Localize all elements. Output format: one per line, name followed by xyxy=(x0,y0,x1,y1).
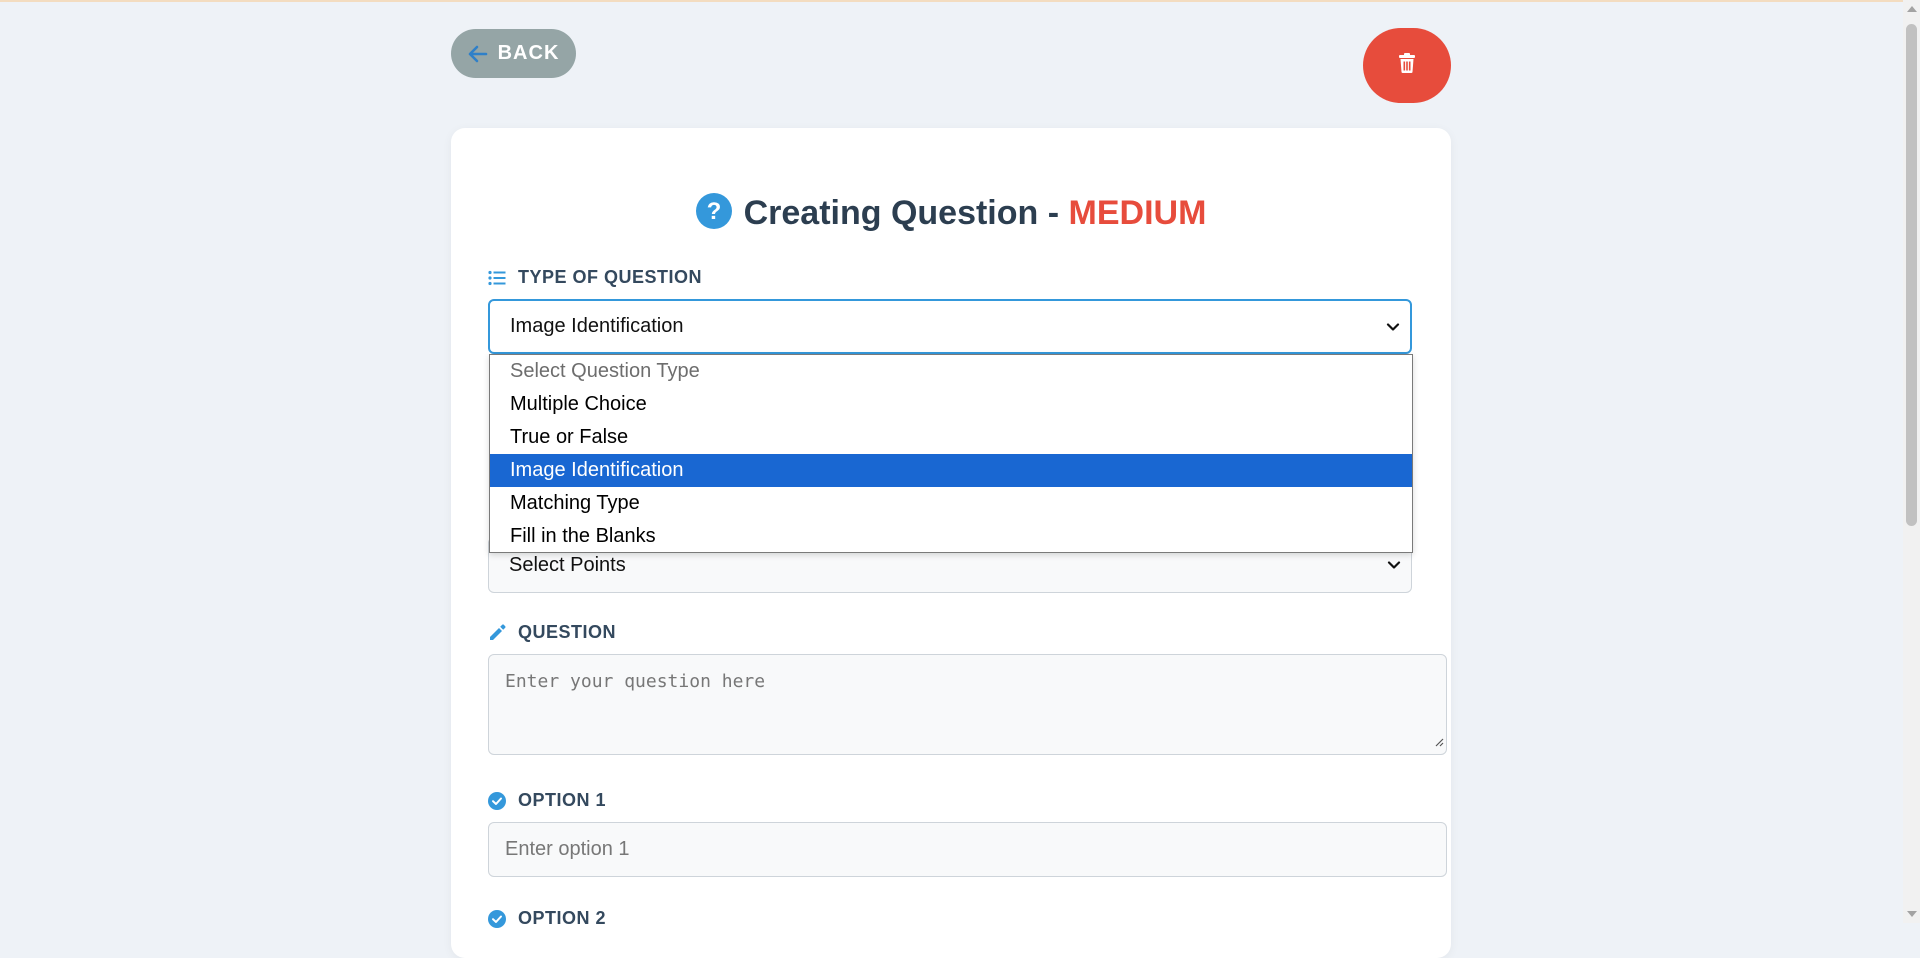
question-textarea[interactable]: Enter your question here xyxy=(488,654,1447,755)
svg-text:?: ? xyxy=(706,198,721,225)
points-value: Select Points xyxy=(509,553,626,576)
check-circle-icon xyxy=(488,909,506,928)
vertical-scrollbar[interactable] xyxy=(1903,0,1920,923)
page-title-text: Creating Question - MEDIUM xyxy=(744,194,1207,233)
dropdown-option-selected[interactable]: Image Identification xyxy=(490,454,1412,487)
question-placeholder: Enter your question here xyxy=(505,671,766,692)
scrollbar-thumb[interactable] xyxy=(1906,24,1917,526)
type-of-question-label-text: TYPE OF QUESTION xyxy=(518,267,703,287)
arrow-left-icon xyxy=(468,45,488,63)
dropdown-option[interactable]: Select Question Type xyxy=(490,355,1412,388)
dropdown-option[interactable]: Matching Type xyxy=(490,487,1412,520)
chevron-down-icon xyxy=(1387,554,1401,577)
option-1-label-text: OPTION 1 xyxy=(518,790,607,810)
chevron-down-icon xyxy=(1386,315,1400,338)
difficulty-level: MEDIUM xyxy=(1068,193,1207,232)
resize-grip-icon[interactable] xyxy=(1434,731,1444,752)
page-title: ? Creating Question - MEDIUM xyxy=(451,190,1451,236)
scroll-up-arrow-icon[interactable] xyxy=(1907,6,1917,12)
pencil-icon xyxy=(488,623,506,642)
question-circle-icon: ? xyxy=(695,192,732,234)
title-prefix: Creating Question - xyxy=(743,193,1069,232)
question-type-value: Image Identification xyxy=(510,315,684,337)
question-type-dropdown[interactable]: Select Question Type Multiple Choice Tru… xyxy=(489,354,1413,553)
scroll-down-arrow-icon[interactable] xyxy=(1907,911,1917,917)
option-1-input[interactable]: Enter option 1 xyxy=(488,822,1447,877)
type-of-question-label: TYPE OF QUESTION xyxy=(488,267,702,288)
page: BACK ? Creating Question - MEDIUM TYPE O… xyxy=(0,0,1903,958)
back-button[interactable]: BACK xyxy=(451,29,576,78)
dropdown-option[interactable]: Fill in the Blanks xyxy=(490,520,1412,553)
trash-icon xyxy=(1398,53,1416,78)
dropdown-option[interactable]: True or False xyxy=(490,421,1412,454)
back-button-label: BACK xyxy=(497,42,560,64)
option-1-label: OPTION 1 xyxy=(488,790,606,811)
option-2-label-text: OPTION 2 xyxy=(518,908,607,928)
option-2-label: OPTION 2 xyxy=(488,908,606,929)
option-1-placeholder: Enter option 1 xyxy=(505,838,630,860)
list-icon xyxy=(488,270,506,286)
check-circle-icon xyxy=(488,791,506,810)
delete-button[interactable] xyxy=(1363,28,1451,103)
question-type-select[interactable]: Image Identification xyxy=(488,299,1412,354)
question-label-text: QUESTION xyxy=(518,622,617,642)
question-label: QUESTION xyxy=(488,622,616,643)
dropdown-option[interactable]: Multiple Choice xyxy=(490,388,1412,421)
